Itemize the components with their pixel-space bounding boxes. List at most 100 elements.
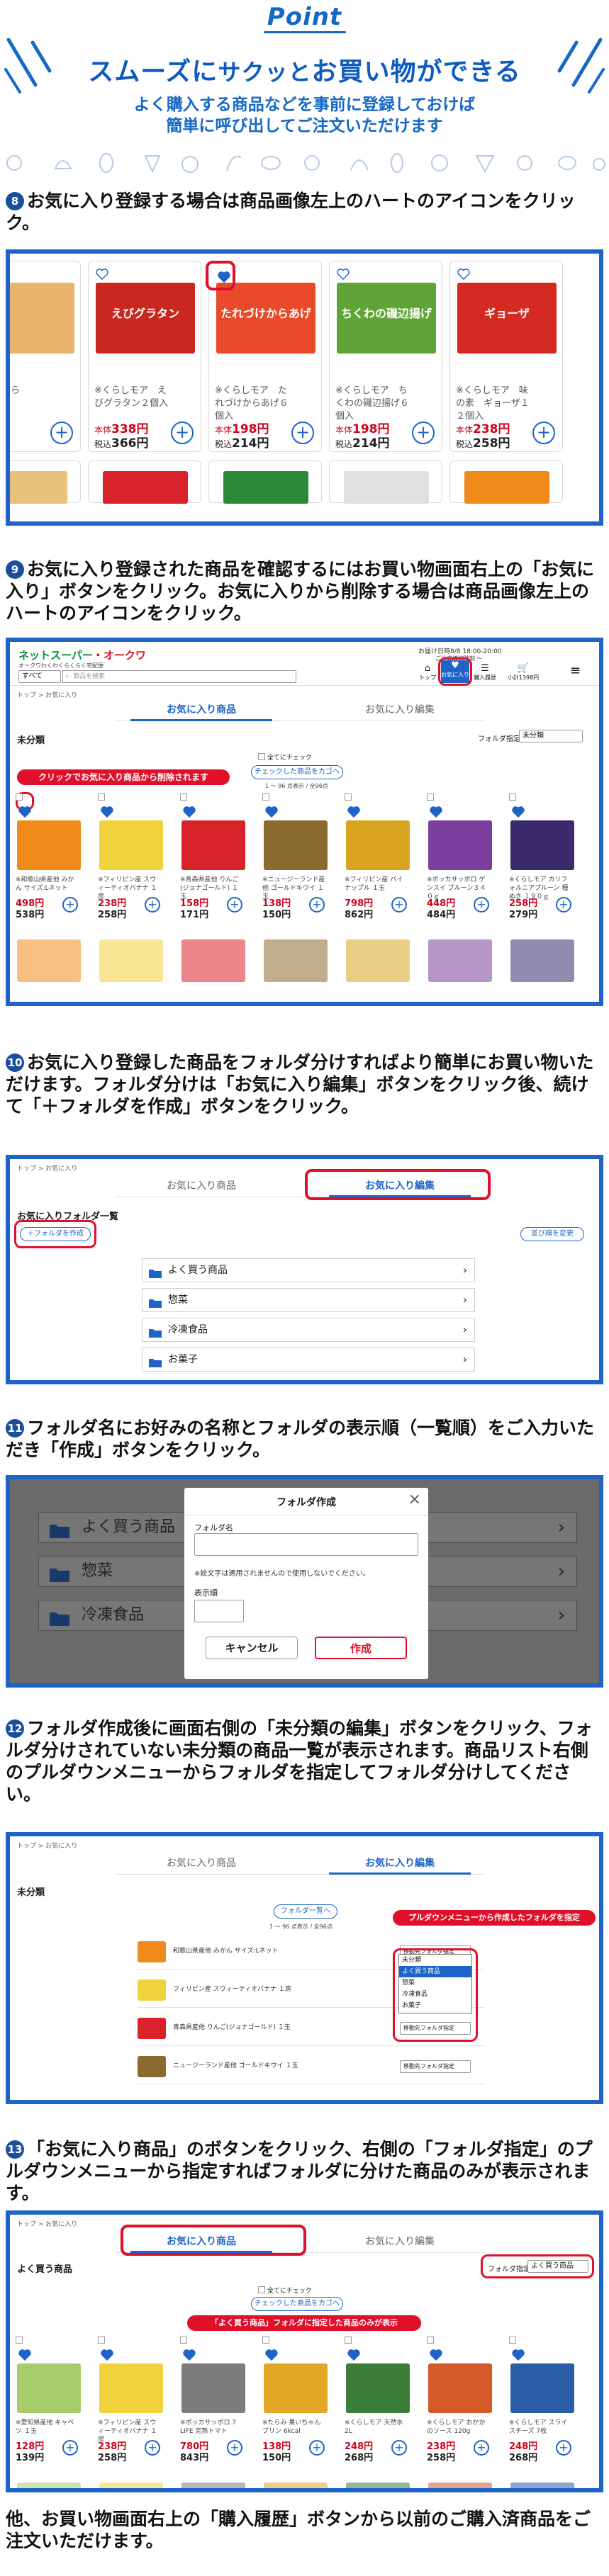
product-image[interactable] bbox=[99, 2482, 163, 2488]
product-name[interactable]: ※フィリピン産 パイナップル １玉 bbox=[345, 876, 408, 893]
product-checkbox[interactable] bbox=[509, 793, 516, 801]
product-image[interactable]: たれづけからあげ bbox=[216, 283, 315, 354]
heart-icon[interactable] bbox=[430, 2349, 442, 2361]
add-to-cart-button[interactable]: + bbox=[309, 897, 325, 913]
tab-favorite-edit[interactable]: お気に入り編集 bbox=[329, 699, 471, 721]
product-image[interactable] bbox=[181, 2482, 245, 2488]
add-to-cart-button[interactable]: + bbox=[309, 2440, 325, 2456]
product-name[interactable]: フィリピン産 スウィーティオバナナ １房 bbox=[173, 1984, 291, 1993]
product-card[interactable]: ※ニュージーランド産他 ゴールドキウイ １玉 138円 150円 + bbox=[262, 792, 330, 934]
product-image[interactable] bbox=[464, 471, 549, 504]
product-name[interactable]: ※くらしモア 味の素 ギョーザ１２個入 bbox=[456, 385, 534, 423]
product-image[interactable] bbox=[17, 2363, 81, 2413]
product-image[interactable] bbox=[264, 939, 328, 982]
product-name[interactable]: ※くらしモア 天然水 2L bbox=[345, 2419, 408, 2436]
add-to-cart-button[interactable]: + bbox=[391, 897, 407, 913]
product-name[interactable]: ※くらしモア おかかのソース 120g bbox=[427, 2419, 491, 2436]
product-image[interactable] bbox=[138, 2018, 166, 2039]
product-card[interactable]: えびグラタン ※くらしモア えびグラタン２個入 本体338円 税込366円 + bbox=[88, 261, 201, 452]
product-image[interactable] bbox=[346, 820, 410, 870]
product-checkbox[interactable] bbox=[427, 2337, 434, 2344]
add-to-cart-button[interactable]: + bbox=[391, 2440, 407, 2456]
product-card[interactable]: ※青森県産他 りんご(ジョナゴールド) １玉 158円 171円 + bbox=[180, 792, 248, 934]
nav-history-button[interactable]: ☰ 購入履歴 bbox=[471, 663, 499, 682]
product-name[interactable]: ※たらみ 果いちゃんプリン 6kcal bbox=[262, 2419, 326, 2436]
add-to-cart-button[interactable]: + bbox=[412, 422, 435, 444]
product-image[interactable] bbox=[99, 820, 163, 870]
product-image[interactable] bbox=[428, 2482, 492, 2488]
tab-favorite-items[interactable]: お気に入り商品 bbox=[130, 699, 272, 721]
product-card[interactable]: ※くらしモア 天然水 2L 248円 268円 + bbox=[345, 2335, 413, 2477]
heart-icon[interactable] bbox=[457, 269, 470, 280]
product-image[interactable] bbox=[346, 2363, 410, 2413]
product-name[interactable]: ※くらしモア スライスチーズ 7枚 bbox=[509, 2419, 573, 2436]
product-card[interactable]: ※ポッカサッポロ ゲンスイ プルーン３４０ｇ 448円 484円 + bbox=[427, 792, 495, 934]
product-image[interactable] bbox=[181, 820, 245, 870]
nav-top-button[interactable]: ⌂ トップ bbox=[415, 663, 440, 682]
product-card[interactable] bbox=[88, 461, 201, 504]
product-image[interactable] bbox=[346, 939, 410, 982]
product-image[interactable] bbox=[428, 820, 492, 870]
product-name[interactable]: 青森県産他 りんご(ジョナゴールド) １玉 bbox=[173, 2022, 291, 2031]
product-card[interactable] bbox=[208, 461, 322, 504]
add-to-cart-button[interactable]: + bbox=[62, 2440, 78, 2456]
folder-row[interactable]: 惣菜 › bbox=[142, 1288, 475, 1312]
heart-icon[interactable] bbox=[265, 806, 278, 818]
display-order-input[interactable] bbox=[194, 1600, 244, 1622]
product-image[interactable] bbox=[10, 283, 74, 354]
heart-icon[interactable] bbox=[183, 2349, 196, 2361]
product-checkbox[interactable] bbox=[98, 2337, 105, 2344]
product-card[interactable] bbox=[449, 461, 563, 504]
product-image[interactable] bbox=[138, 1941, 166, 1962]
product-checkbox[interactable] bbox=[180, 2337, 187, 2344]
back-to-folder-list-button[interactable]: フォルダ一覧へ bbox=[274, 1904, 337, 1919]
product-image[interactable] bbox=[264, 2363, 328, 2413]
product-image[interactable] bbox=[264, 820, 328, 870]
folder-row[interactable]: 冷凍食品 › bbox=[142, 1318, 475, 1342]
heart-icon[interactable] bbox=[18, 806, 31, 818]
product-image[interactable] bbox=[103, 471, 188, 504]
add-to-cart-button[interactable]: + bbox=[474, 897, 489, 913]
product-image[interactable] bbox=[510, 820, 574, 870]
check-all[interactable]: 全てにチェック bbox=[258, 752, 312, 762]
product-card[interactable]: ギョーザ ※くらしモア 味の素 ギョーザ１２個入 本体238円 税込258円 + bbox=[449, 261, 563, 452]
product-image[interactable] bbox=[510, 2363, 574, 2413]
folder-name-input[interactable] bbox=[194, 1533, 418, 1556]
cancel-button[interactable]: キャンセル bbox=[206, 1637, 298, 1659]
product-card[interactable]: ※くらしモア スライスチーズ 7枚 248円 268円 + bbox=[509, 2335, 577, 2477]
product-image[interactable]: えびグラタン bbox=[96, 283, 195, 354]
heart-icon[interactable] bbox=[347, 2349, 360, 2361]
product-checkbox[interactable] bbox=[16, 2337, 23, 2344]
product-checkbox[interactable] bbox=[262, 2337, 269, 2344]
product-name[interactable]: ニュージーランド産他 ゴールドキウイ １玉 bbox=[173, 2060, 298, 2069]
product-checkbox[interactable] bbox=[345, 2337, 352, 2344]
add-to-cart-button[interactable]: + bbox=[145, 897, 160, 913]
move-folder-select[interactable]: 移動先フォルダ指定 bbox=[400, 2060, 471, 2073]
product-image[interactable] bbox=[346, 2482, 410, 2488]
heart-icon[interactable] bbox=[430, 806, 442, 818]
product-name[interactable]: ※和歌山県産他 みかん サイズ:Lネット bbox=[16, 876, 79, 893]
product-checkbox[interactable] bbox=[16, 793, 23, 801]
product-card[interactable]: ※フィリピン産 スウィーティオバナナ １房 238円 258円 + bbox=[98, 2335, 166, 2477]
check-all-checkbox[interactable] bbox=[258, 2286, 265, 2293]
product-name[interactable]: ※くらしモア ちくわの磯辺揚げ６個入 bbox=[335, 385, 413, 423]
add-to-cart-button[interactable]: + bbox=[227, 2440, 242, 2456]
product-image[interactable] bbox=[99, 2363, 163, 2413]
product-card[interactable]: ※フィリピン産 スウィーティオバナナ １房 238円 258円 + bbox=[98, 792, 166, 934]
tab-favorite-edit[interactable]: お気に入り編集 bbox=[329, 2230, 471, 2253]
tab-favorite-items[interactable]: お気に入り商品 bbox=[130, 1852, 272, 1875]
product-card[interactable]: ※くらしモア おかかのソース 120g 238円 258円 + bbox=[427, 2335, 495, 2477]
product-image[interactable] bbox=[428, 939, 492, 982]
product-card[interactable]: いか天ぷら + bbox=[10, 261, 81, 452]
product-image[interactable] bbox=[138, 1979, 166, 2001]
product-image[interactable] bbox=[510, 939, 574, 982]
folder-select[interactable]: 未分類 bbox=[519, 730, 583, 742]
product-name[interactable]: ※愛知県産他 キャベツ １玉 bbox=[16, 2419, 79, 2436]
product-image[interactable] bbox=[17, 820, 81, 870]
product-image[interactable] bbox=[264, 2482, 328, 2488]
add-to-cart-button[interactable]: + bbox=[291, 422, 314, 444]
table-row[interactable]: ニュージーランド産他 ゴールドキウイ １玉 移動先フォルダ指定 bbox=[138, 2050, 485, 2084]
add-to-cart-button[interactable]: + bbox=[171, 422, 194, 444]
product-name[interactable]: 和歌山県産他 みかん サイズ:Lネット bbox=[173, 1945, 279, 1955]
add-to-cart-button[interactable]: + bbox=[556, 897, 571, 913]
